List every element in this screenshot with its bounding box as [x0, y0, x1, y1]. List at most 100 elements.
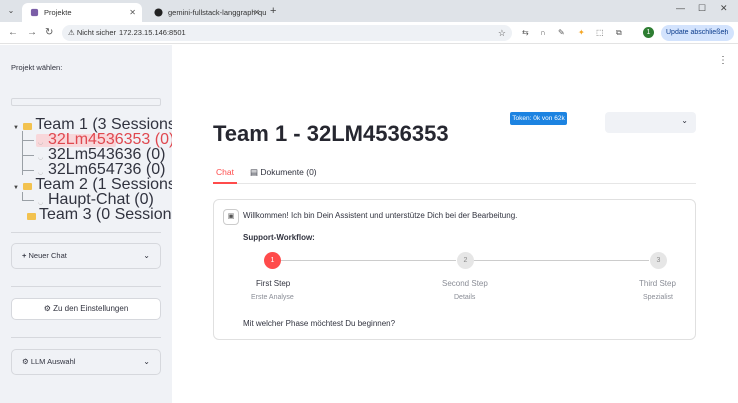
- phase-question: Mit welcher Phase möchtest Du beginnen?: [243, 319, 396, 328]
- chat-message: ▣ Willkommen! Ich bin Dein Assistent und…: [213, 199, 696, 340]
- tab-documents[interactable]: ▤ Dokumente (0): [250, 166, 317, 178]
- browser-tab-bar: ⌄ Projekte ✕ gemini-fullstack-langgraph-…: [0, 0, 738, 22]
- session-item[interactable]: ◡ 32Lm654736 (0): [38, 162, 165, 178]
- translate-icon[interactable]: ⇆: [522, 27, 529, 39]
- session-item[interactable]: ◡ Haupt-Chat (0): [38, 192, 154, 208]
- tab-title: Projekte: [44, 8, 72, 17]
- chat-icon: ◡: [38, 155, 44, 161]
- tree-line: [22, 155, 34, 156]
- step-connector: [474, 260, 649, 261]
- step-connector: [281, 260, 456, 261]
- step-3-dot[interactable]: 3: [650, 252, 667, 269]
- tree-line: [22, 192, 23, 200]
- close-tab-icon[interactable]: ✕: [129, 3, 136, 22]
- new-tab-icon[interactable]: +: [270, 3, 276, 19]
- step-3-name: Third Step: [639, 279, 676, 288]
- session-item[interactable]: ◡ 32Lm543636 (0): [38, 147, 165, 163]
- gear-icon: ⚙: [22, 357, 29, 366]
- welcome-text: Willkommen! Ich bin Dein Assistent und u…: [243, 211, 518, 220]
- address-bar[interactable]: ⚠ Nicht sicher 172.23.15.146:8501 ☆: [62, 25, 512, 41]
- tree-line: [22, 170, 34, 171]
- chevron-down-icon: ⌄: [143, 251, 150, 260]
- sidebar-search-box[interactable]: [11, 98, 161, 106]
- step-1-dot[interactable]: 1: [264, 252, 281, 269]
- divider: [11, 337, 161, 338]
- caret-down-icon[interactable]: ▼: [13, 185, 19, 191]
- token-badge: Token: 0k von 62k: [510, 112, 567, 125]
- caret-down-icon[interactable]: ▼: [13, 125, 19, 131]
- project-select-label: Projekt wählen:: [11, 63, 63, 72]
- sparkle-icon[interactable]: ✦: [578, 27, 585, 39]
- folder-icon: [27, 213, 36, 220]
- page-title: Team 1 - 32LM4536353: [213, 121, 449, 146]
- warning-icon: ⚠: [68, 28, 75, 37]
- puzzle-icon[interactable]: ⧉: [616, 27, 622, 39]
- main-menu-icon[interactable]: ⋮: [718, 55, 728, 66]
- new-chat-label-wrap: + Neuer Chat: [22, 244, 67, 268]
- close-tab-icon[interactable]: ✕: [253, 3, 260, 22]
- team-item[interactable]: ▼ Team 2 (1 Sessions): [13, 177, 181, 193]
- team-label: Team 3 (0 Sessions): [39, 206, 185, 223]
- profile-avatar[interactable]: 1: [643, 27, 654, 38]
- step-1-name: First Step: [256, 279, 291, 288]
- close-window-icon[interactable]: ✕: [720, 3, 728, 14]
- settings-label: Zu den Einstellungen: [53, 304, 129, 313]
- step-3-sub: Spezialist: [643, 294, 673, 301]
- folder-icon: [23, 183, 33, 190]
- tree-line: [22, 131, 23, 175]
- bot-avatar-icon: ▣: [223, 209, 239, 225]
- llm-label: LLM Auswahl: [30, 357, 76, 366]
- active-tab-indicator: [213, 182, 237, 184]
- document-icon: ▤: [250, 167, 259, 177]
- chevron-down-icon: ⌄: [143, 357, 150, 366]
- url-text[interactable]: 172.23.15.146:8501: [119, 26, 186, 40]
- top-select[interactable]: ⌄: [605, 112, 696, 133]
- not-secure-indicator[interactable]: ⚠ Nicht sicher: [68, 26, 116, 40]
- step-2-sub: Details: [454, 294, 476, 301]
- chevron-down-icon: ⌄: [681, 116, 688, 125]
- pen-icon[interactable]: ✎: [558, 27, 565, 39]
- settings-button[interactable]: ⚙ Zu den Einstellungen: [11, 298, 161, 320]
- session-item-selected[interactable]: ◡32Lm4536353 (0) ●: [38, 132, 188, 148]
- bookmark-star-icon[interactable]: ☆: [498, 26, 506, 40]
- tab-title: gemini-fullstack-langgraph-qu: [168, 8, 266, 17]
- team-item[interactable]: Team 3 (0 Sessions): [27, 206, 185, 223]
- tree-line: [22, 200, 34, 201]
- step-1-sub: Erste Analyse: [251, 294, 294, 301]
- tab-search-icon[interactable]: ⌄: [4, 4, 18, 18]
- divider: [11, 232, 161, 233]
- forward-icon[interactable]: →: [27, 26, 37, 40]
- extension-icon[interactable]: ⬚: [596, 27, 604, 39]
- chat-icon: ◡: [38, 140, 44, 146]
- divider: [11, 286, 161, 287]
- llm-select-expander[interactable]: ⚙ LLM Auswahl ⌄: [11, 349, 161, 375]
- gear-icon: ⚙: [43, 304, 51, 313]
- update-button-label: Update abschließen: [666, 29, 729, 36]
- more-vert-icon: ⋮: [722, 29, 729, 36]
- back-icon[interactable]: ←: [8, 26, 18, 40]
- extension-icon[interactable]: ∩: [540, 27, 546, 39]
- tree-line: [22, 140, 34, 141]
- plus-icon: +: [22, 251, 27, 260]
- reload-icon[interactable]: ↻: [45, 26, 53, 40]
- tab-documents-label: Dokumente (0): [260, 167, 317, 177]
- workflow-title: Support-Workflow:: [243, 233, 315, 242]
- browser-toolbar: ← → ↻ ⚠ Nicht sicher 172.23.15.146:8501 …: [0, 22, 738, 44]
- maximize-icon[interactable]: ☐: [698, 3, 706, 14]
- github-icon: [154, 8, 163, 17]
- browser-tab-projekte[interactable]: Projekte ✕: [22, 3, 142, 22]
- new-chat-expander[interactable]: + Neuer Chat ⌄: [11, 243, 161, 269]
- not-secure-label: Nicht sicher: [76, 28, 117, 37]
- step-2-dot[interactable]: 2: [457, 252, 474, 269]
- llm-label-wrap: ⚙ LLM Auswahl: [22, 350, 75, 374]
- streamlit-favicon-icon: [30, 8, 39, 17]
- screen: ⌄ Projekte ✕ gemini-fullstack-langgraph-…: [0, 0, 738, 403]
- tab-bar: Chat ▤ Dokumente (0): [213, 162, 696, 184]
- browser-tab-github[interactable]: gemini-fullstack-langgraph-qu ✕: [146, 3, 266, 22]
- step-2-name: Second Step: [442, 279, 488, 288]
- minimize-icon[interactable]: —: [676, 3, 685, 13]
- tab-chat[interactable]: Chat: [216, 166, 234, 178]
- folder-icon: [23, 123, 33, 130]
- update-button[interactable]: Update abschließen ⋮: [661, 25, 734, 41]
- new-chat-label: Neuer Chat: [28, 251, 67, 260]
